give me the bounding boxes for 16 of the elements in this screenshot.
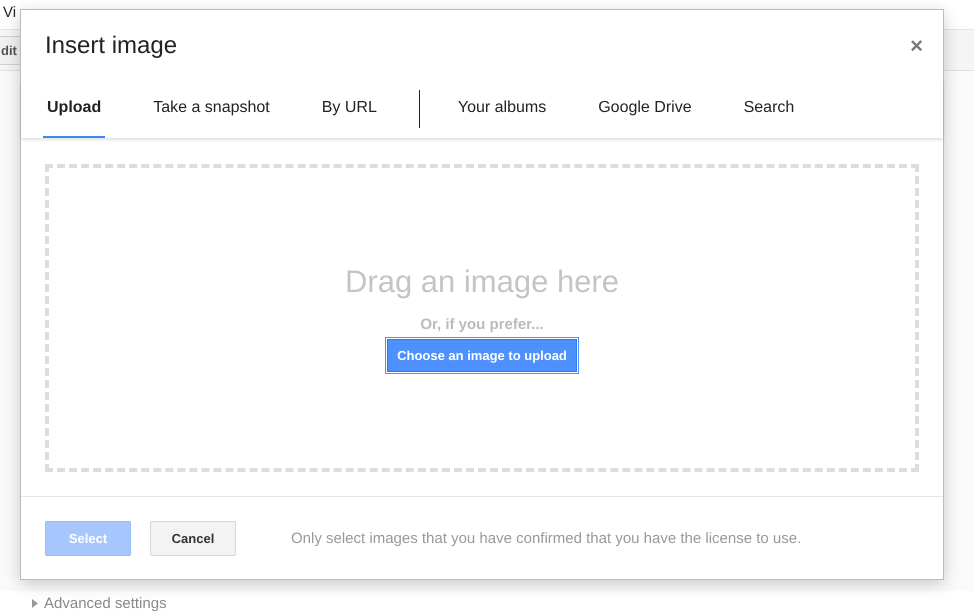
tab[interactable]: Take a snapshot — [149, 80, 274, 138]
toolbar-button[interactable]: dit — [0, 36, 22, 64]
license-note: Only select images that you have confirmed that you have the license to use. — [291, 530, 802, 546]
tab[interactable]: Google Drive — [594, 80, 696, 138]
drop-heading: Drag an image here — [345, 264, 619, 300]
close-button[interactable]: × — [906, 33, 927, 59]
tab[interactable]: By URL — [318, 80, 381, 138]
tab[interactable]: Your albums — [454, 80, 550, 138]
advanced-settings-link[interactable]: Advanced settings — [44, 595, 167, 611]
triangle-icon — [32, 599, 38, 608]
cancel-button[interactable]: Cancel — [150, 520, 236, 556]
tab[interactable]: Search — [740, 80, 798, 138]
dialog-title: Insert image — [45, 32, 178, 60]
tab[interactable]: Upload — [43, 80, 106, 138]
drop-subtext: Or, if you prefer... — [420, 316, 544, 333]
menu-text: Vi — [3, 4, 16, 21]
